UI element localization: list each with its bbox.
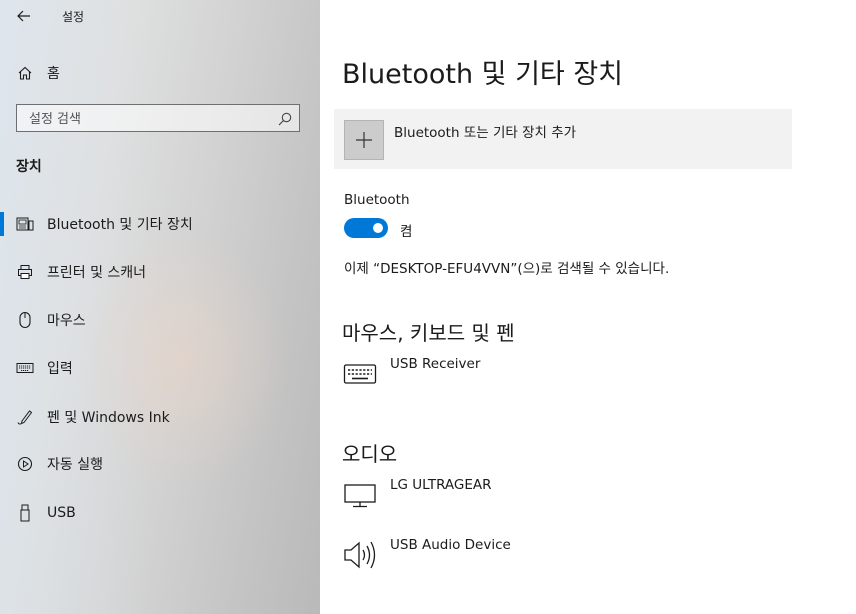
mouse-icon [16,311,34,329]
back-button[interactable] [12,4,36,28]
add-plus-tile [344,120,384,160]
add-device-label: Bluetooth 또는 기타 장치 추가 [394,125,577,141]
search-box[interactable] [16,104,300,132]
add-device-button[interactable]: Bluetooth 또는 기타 장치 추가 [334,109,792,169]
sidebar-item-home[interactable]: 홈 [0,58,320,88]
section-title: 장치 [16,159,42,175]
sidebar: 설정 홈 장치 [0,0,320,614]
printer-icon [16,263,34,281]
group-title-input-devices: 마우스, 키보드 및 펜 [342,321,515,345]
app-title: 설정 [62,10,85,24]
sidebar-item-label: 입력 [47,361,73,377]
monitor-icon [342,477,378,513]
bluetooth-device-icon [16,215,34,233]
home-icon [16,64,34,82]
device-name: LG ULTRAGEAR [390,477,492,493]
sidebar-item-label: Bluetooth 및 기타 장치 [47,217,193,233]
main-content: Bluetooth 및 기타 장치 Bluetooth 또는 기타 장치 추가 … [320,0,856,614]
search-input[interactable] [27,108,271,130]
search-icon[interactable] [277,111,293,127]
sidebar-item-label: 펜 및 Windows Ink [47,410,170,426]
device-item[interactable]: USB Audio Device [342,537,782,581]
sidebar-item-pen[interactable]: 펜 및 Windows Ink [0,399,320,435]
page-title: Bluetooth 및 기타 장치 [342,59,624,90]
sidebar-item-autoplay[interactable]: 자동 실행 [0,446,320,482]
sidebar-item-bluetooth[interactable]: Bluetooth 및 기타 장치 [0,206,320,242]
home-label: 홈 [47,66,60,82]
device-item[interactable]: USB Receiver [342,356,782,400]
bluetooth-state-label: 켬 [400,224,413,240]
bluetooth-toggle[interactable] [344,218,388,238]
device-item[interactable]: LG ULTRAGEAR [342,477,782,521]
sidebar-item-label: USB [47,505,76,521]
device-name: USB Audio Device [390,537,511,553]
back-arrow-icon [17,10,30,22]
sidebar-item-typing[interactable]: 입력 [0,350,320,386]
sidebar-item-label: 마우스 [47,313,86,329]
autoplay-icon [16,455,34,473]
speaker-icon [342,537,378,573]
bluetooth-heading: Bluetooth [344,192,410,208]
sidebar-item-mouse[interactable]: 마우스 [0,302,320,338]
keyboard-icon [16,359,34,377]
sidebar-item-label: 프린터 및 스캐너 [47,265,147,281]
pen-icon [16,408,34,426]
sidebar-item-printers[interactable]: 프린터 및 스캐너 [0,254,320,290]
plus-icon [356,132,372,148]
discoverable-text: 이제 “DESKTOP-EFU4VVN”(으)로 검색될 수 있습니다. [344,261,670,277]
device-name: USB Receiver [390,356,481,372]
keyboard-icon [342,356,378,392]
sidebar-item-usb[interactable]: USB [0,495,320,531]
toggle-knob [373,223,383,233]
group-title-audio: 오디오 [342,442,398,466]
usb-icon [16,504,34,522]
sidebar-item-label: 자동 실행 [47,457,103,473]
